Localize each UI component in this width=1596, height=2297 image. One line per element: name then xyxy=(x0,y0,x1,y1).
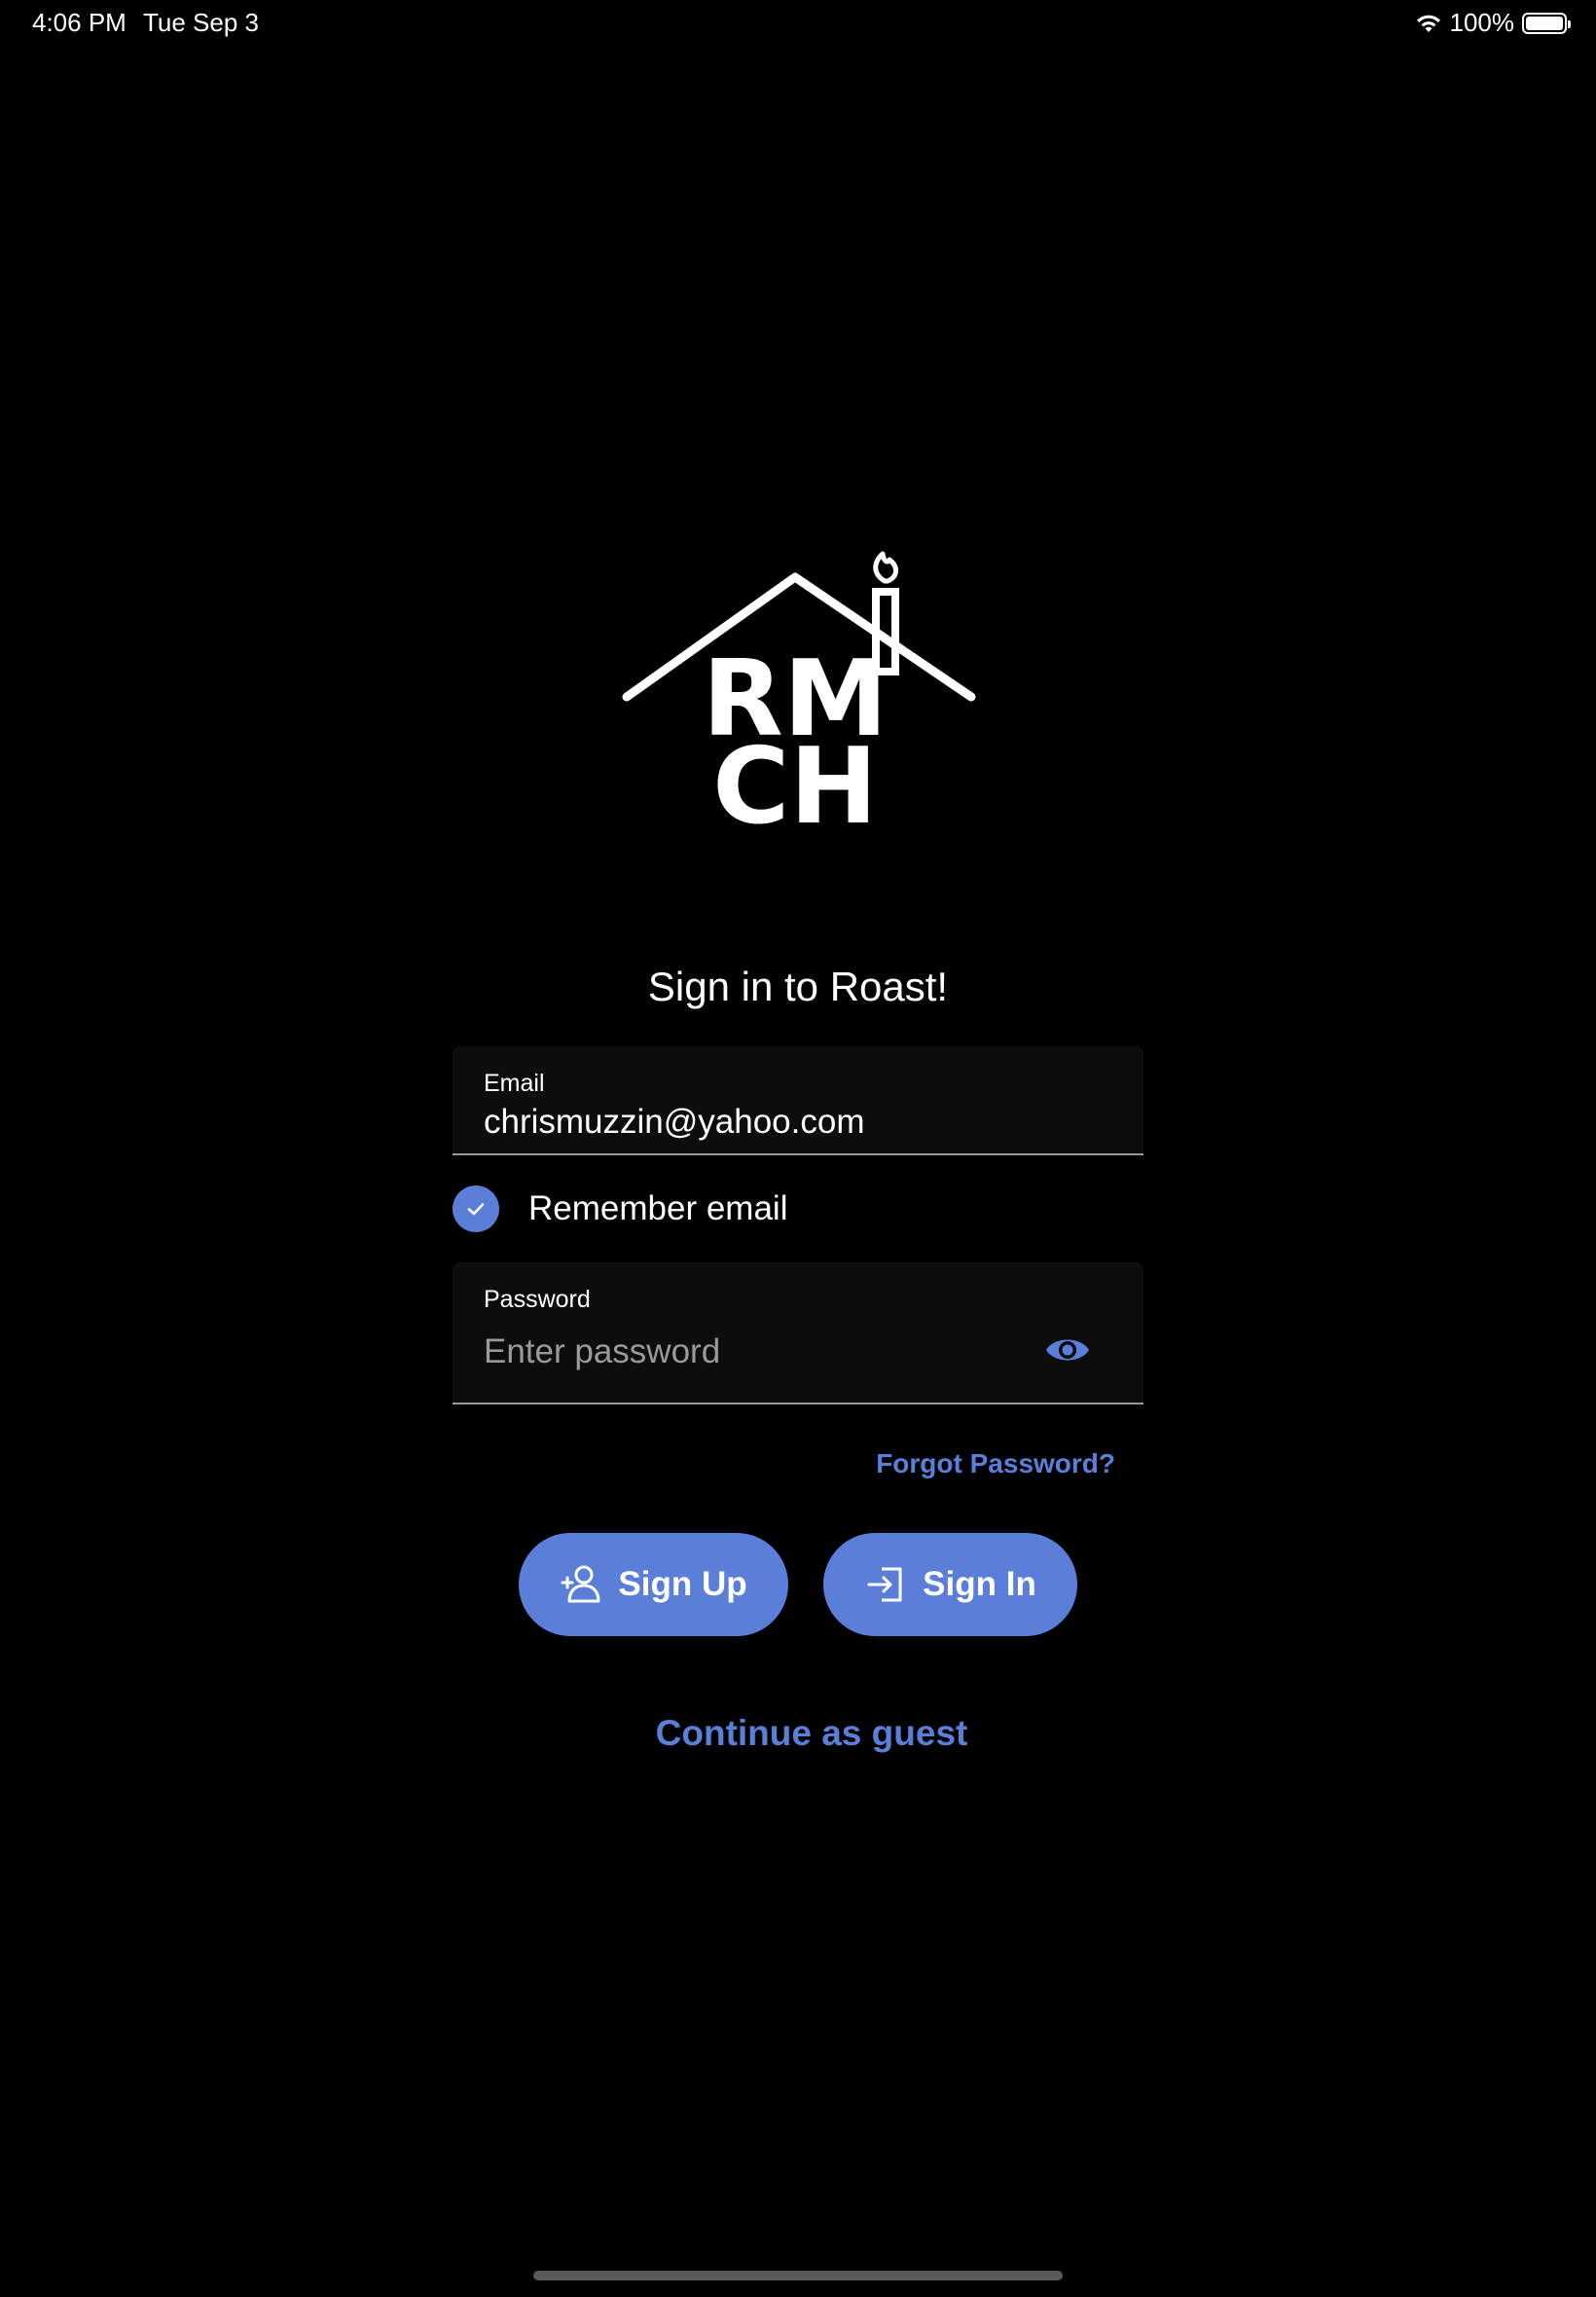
status-bar: 4:06 PM Tue Sep 3 100% xyxy=(0,0,1596,47)
email-value[interactable]: chrismuzzin@yahoo.com xyxy=(484,1103,865,1142)
add-user-icon xyxy=(561,1565,600,1603)
remember-email-label: Remember email xyxy=(528,1189,788,1227)
battery-percent: 100% xyxy=(1449,8,1515,37)
email-field[interactable]: Email chrismuzzin@yahoo.com xyxy=(453,1046,1143,1155)
password-input[interactable] xyxy=(484,1332,1009,1371)
remember-email-checkbox[interactable] xyxy=(453,1185,499,1232)
eye-icon[interactable] xyxy=(1044,1332,1091,1367)
login-icon xyxy=(867,1567,902,1602)
sign-in-button[interactable]: Sign In xyxy=(823,1533,1077,1636)
sign-up-label: Sign Up xyxy=(618,1565,747,1603)
password-field[interactable]: Password xyxy=(453,1262,1143,1404)
sign-up-button[interactable]: Sign Up xyxy=(519,1533,788,1636)
email-label: Email xyxy=(484,1070,545,1097)
rmch-logo: RM CH xyxy=(622,551,976,832)
status-date: Tue Sep 3 xyxy=(143,8,260,37)
forgot-password-link[interactable]: Forgot Password? xyxy=(876,1448,1115,1479)
checkmark-icon xyxy=(467,1203,485,1216)
home-indicator[interactable] xyxy=(533,2271,1063,2280)
remember-email-toggle[interactable]: Remember email xyxy=(453,1185,787,1232)
status-time: 4:06 PM xyxy=(32,8,127,37)
status-indicators: 100% xyxy=(1415,8,1571,38)
wifi-icon xyxy=(1416,15,1440,32)
continue-as-guest-link[interactable]: Continue as guest xyxy=(0,1713,1596,1754)
sign-in-label: Sign In xyxy=(923,1565,1036,1603)
password-label: Password xyxy=(484,1286,591,1313)
battery-icon xyxy=(1522,12,1571,34)
page-title: Sign in to Roast! xyxy=(647,964,949,1009)
logo-text-ch: CH xyxy=(712,726,878,832)
